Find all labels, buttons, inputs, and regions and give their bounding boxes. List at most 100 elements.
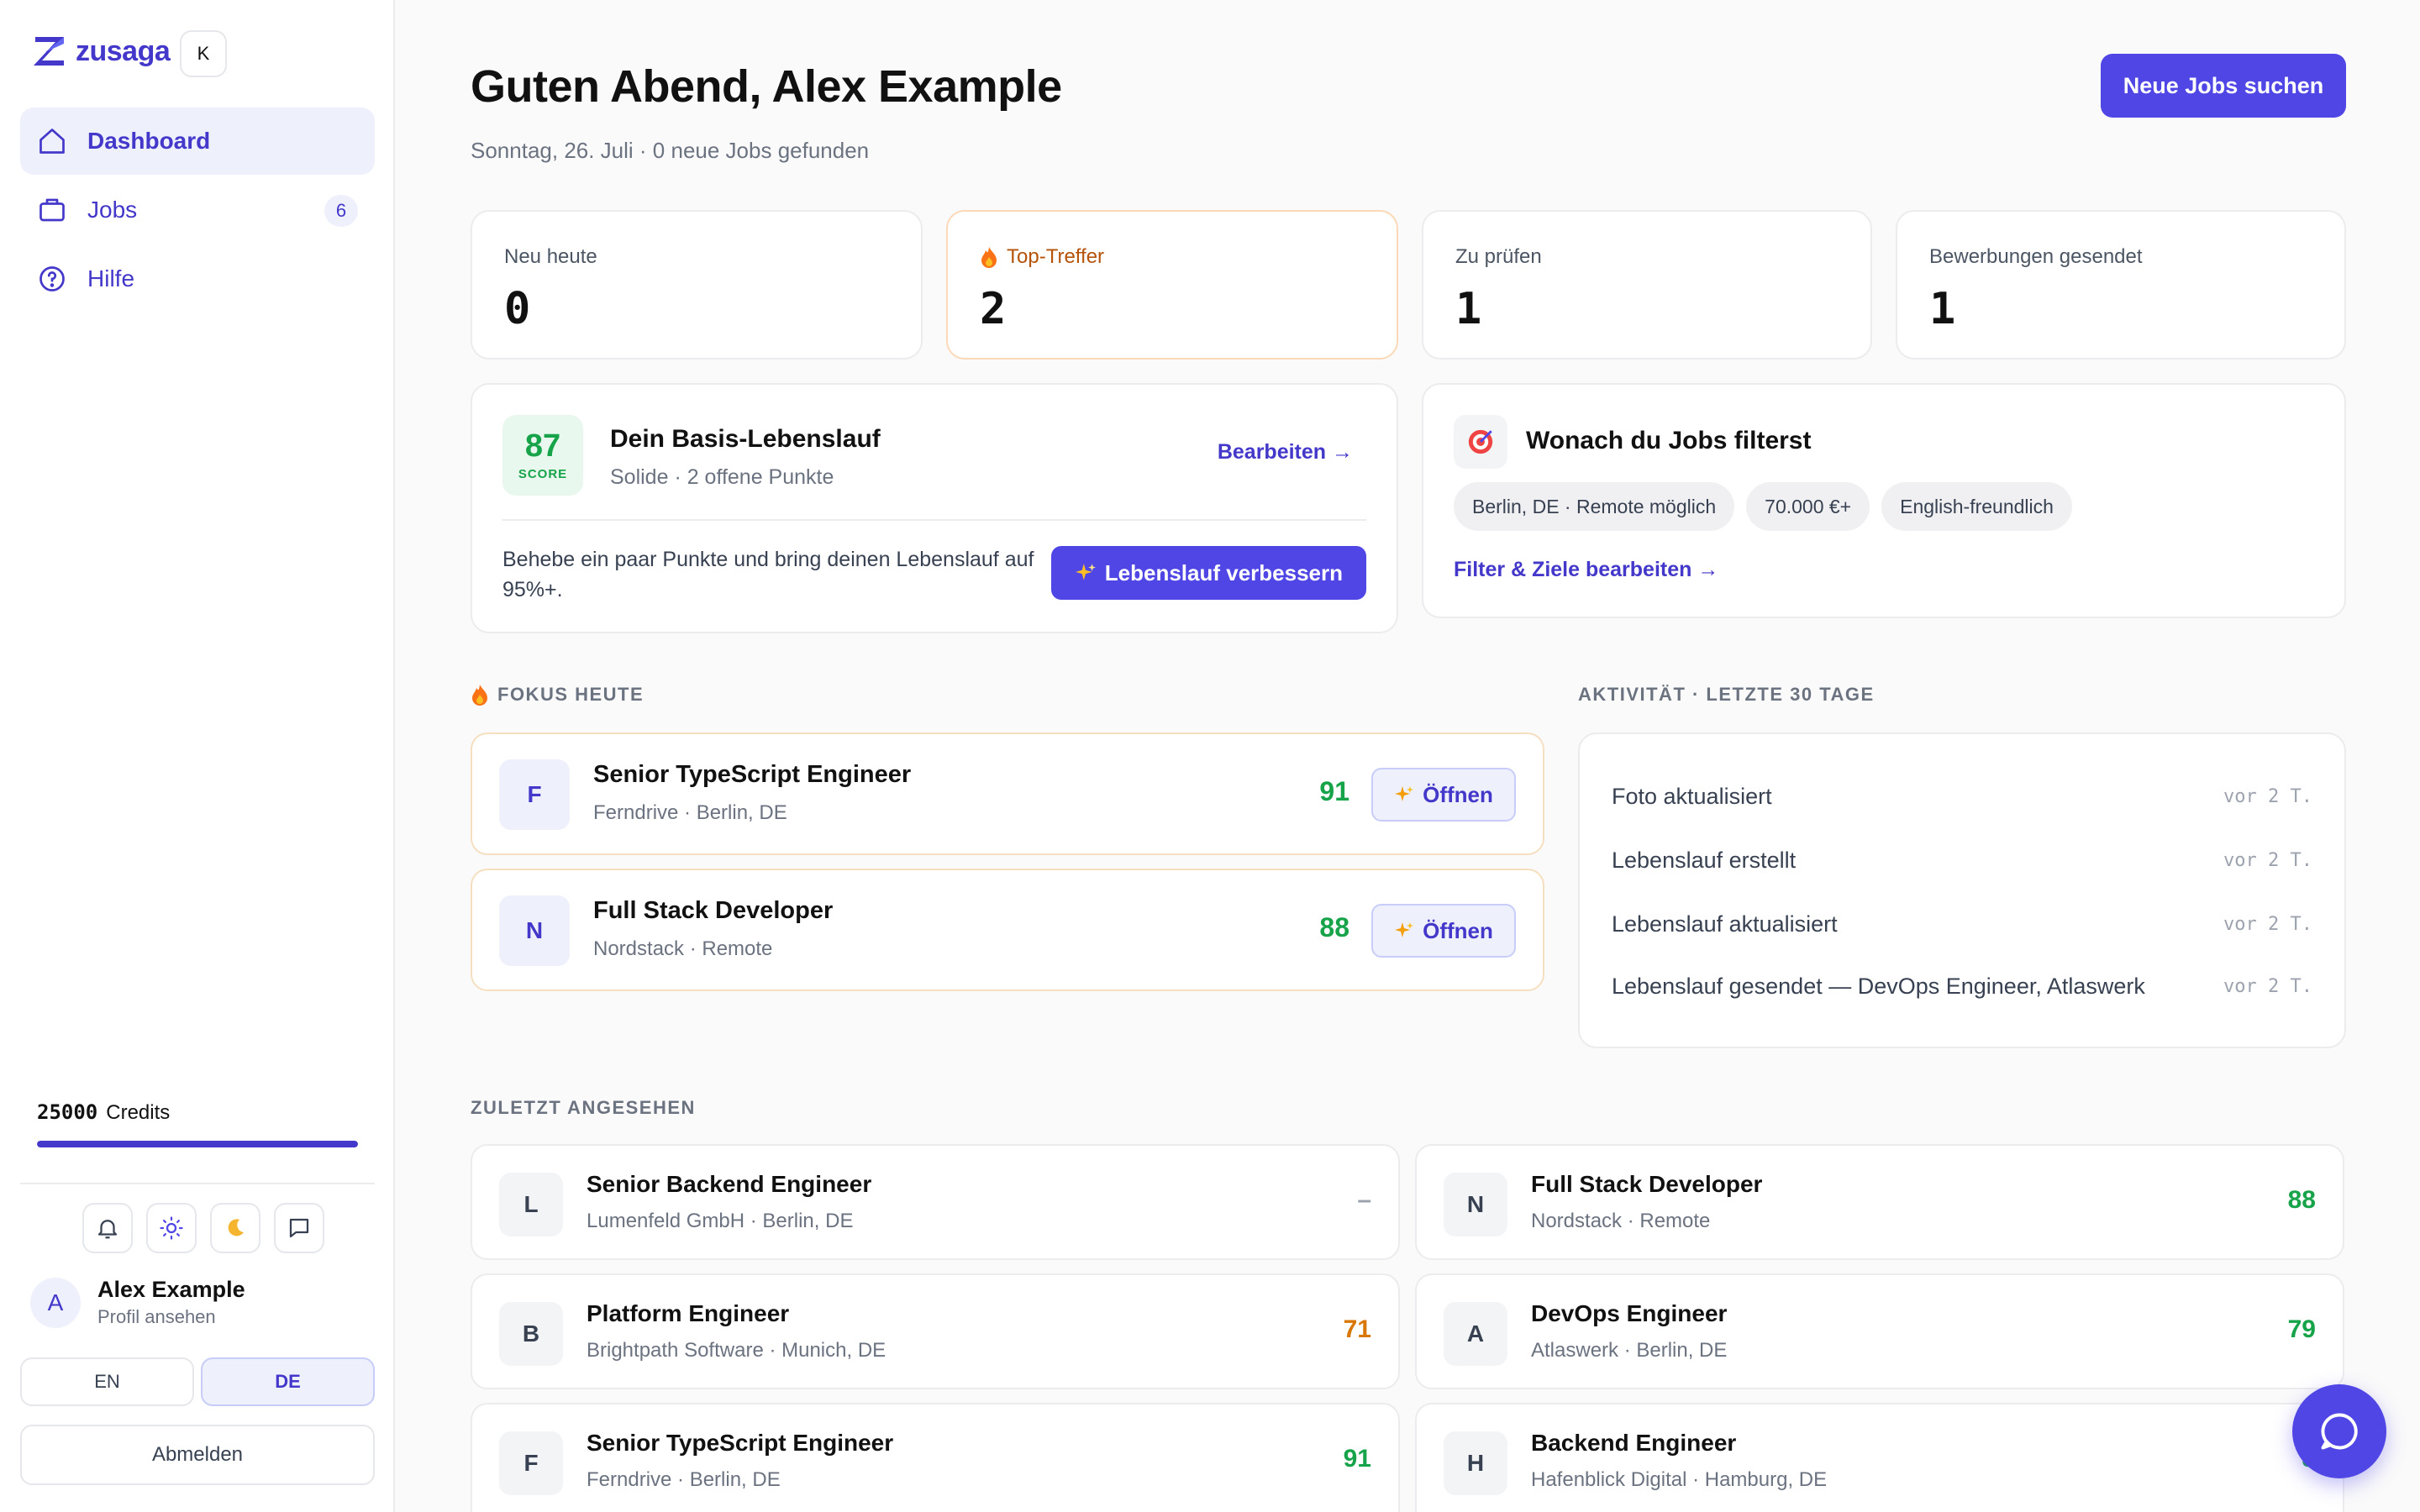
activity-text: Lebenslauf erstellt: [1612, 847, 1797, 873]
resume-tip: Behebe ein paar Punkte und bring deinen …: [502, 548, 1034, 601]
match-score: 88: [2287, 1186, 2316, 1214]
recent-job-card[interactable]: H Backend Engineer Hafenblick Digital · …: [1415, 1403, 2344, 1512]
activity-section-label: AKTIVITÄT · LETZTE 30 TAGE: [1578, 684, 1875, 705]
sparkle-icon: [1395, 922, 1414, 937]
home-icon: [39, 129, 65, 154]
sidebar-item-label: Jobs: [87, 197, 138, 223]
briefcase-icon: [39, 198, 65, 222]
company-initial: N: [1444, 1173, 1507, 1236]
sparkle-icon: [1075, 564, 1096, 580]
open-job-button[interactable]: Öffnen: [1371, 904, 1516, 958]
language-de-button[interactable]: DE: [201, 1357, 375, 1406]
credits-progress-fill: [37, 1141, 358, 1147]
brand[interactable]: zusaga: [30, 32, 171, 71]
filters-title: Wonach du Jobs filterst: [1526, 427, 1812, 454]
credits-label: Credits: [106, 1101, 171, 1124]
recent-job-card[interactable]: N Full Stack Developer Nordstack · Remot…: [1415, 1144, 2344, 1260]
focus-label-text: FOKUS HEUTE: [497, 684, 644, 705]
activity-text: Foto aktualisiert: [1612, 783, 1772, 809]
page-subtitle: Sonntag, 26. Juli · 0 neue Jobs gefunden: [471, 138, 870, 163]
stat-card-applications-sent: Bewerbungen gesendet 1: [1896, 210, 2346, 360]
sidebar-item-label: Dashboard: [87, 128, 211, 154]
language-en-button[interactable]: EN: [20, 1357, 194, 1406]
chat-support-button[interactable]: [2292, 1384, 2386, 1478]
filter-chip-location[interactable]: Berlin, DE · Remote möglich: [1454, 482, 1735, 531]
open-job-label: Öffnen: [1423, 917, 1493, 943]
sidebar: zusaga K Dashboard Jobs 6 Hilfe 25000 Cre…: [0, 0, 395, 1512]
stat-value: 1: [1455, 284, 1482, 334]
target-icon: [1454, 415, 1507, 469]
page-title: Guten Abend, Alex Example: [471, 61, 1062, 112]
open-job-button[interactable]: Öffnen: [1371, 768, 1516, 822]
sidebar-item-help[interactable]: Hilfe: [20, 245, 375, 312]
activity-item: Lebenslauf erstellt vor 2 T.: [1612, 843, 2312, 877]
activity-text: Lebenslauf gesendet — DevOps Engineer, A…: [1612, 973, 2145, 999]
edit-filters-link[interactable]: Filter & Ziele bearbeiten →: [1454, 558, 1718, 582]
notifications-button[interactable]: [82, 1203, 133, 1253]
company-initial: F: [499, 1431, 563, 1495]
credits-progress-bar: [37, 1141, 358, 1147]
dark-theme-button[interactable]: [210, 1203, 260, 1253]
target-icon-graphic: [1468, 429, 1493, 454]
company-initial: L: [499, 1173, 563, 1236]
match-score: 88: [1319, 912, 1349, 942]
activity-text: Lebenslauf aktualisiert: [1612, 911, 1838, 937]
job-title: Platform Engineer: [587, 1300, 790, 1326]
light-theme-button[interactable]: [146, 1203, 197, 1253]
company-initial: A: [1444, 1302, 1507, 1366]
match-score: –: [1357, 1186, 1371, 1214]
filter-chip-language[interactable]: English-freundlich: [1881, 482, 2072, 531]
job-subtitle: Nordstack · Remote: [1531, 1210, 1711, 1232]
logout-button[interactable]: Abmelden: [20, 1425, 375, 1485]
message-icon: [289, 1218, 309, 1238]
activity-time: vor 2 T.: [2223, 785, 2312, 807]
filter-chip-salary[interactable]: 70.000 €+: [1746, 482, 1870, 531]
activity-card: Foto aktualisiert vor 2 T. Lebenslauf er…: [1578, 732, 2346, 1048]
job-title: Full Stack Developer: [593, 897, 834, 924]
job-subtitle: Ferndrive · Berlin, DE: [593, 801, 787, 824]
avatar: A: [30, 1277, 81, 1328]
improve-resume-label: Lebenslauf verbessern: [1104, 559, 1343, 585]
user-name: Alex Example: [97, 1277, 245, 1302]
user-profile-link[interactable]: A Alex Example Profil ansehen: [30, 1277, 245, 1328]
job-title: Full Stack Developer: [1531, 1171, 1763, 1197]
stat-label: Bewerbungen gesendet: [1929, 245, 2143, 268]
improve-resume-button[interactable]: Lebenslauf verbessern: [1050, 546, 1366, 600]
recent-job-card[interactable]: F Senior TypeScript Engineer Ferndrive ·…: [471, 1403, 1400, 1512]
recent-job-card[interactable]: L Senior Backend Engineer Lumenfeld GmbH…: [471, 1144, 1400, 1260]
job-title: Backend Engineer: [1531, 1430, 1737, 1456]
focus-job-card[interactable]: F Senior TypeScript Engineer Ferndrive ·…: [471, 732, 1544, 855]
open-job-label: Öffnen: [1423, 781, 1493, 807]
recent-section-label: ZULETZT ANGESEHEN: [471, 1097, 696, 1118]
job-subtitle: Lumenfeld GmbH · Berlin, DE: [587, 1210, 854, 1232]
activity-time: vor 2 T.: [2223, 849, 2312, 871]
sidebar-item-label: Hilfe: [87, 265, 135, 291]
stat-card-to-review: Zu prüfen 1: [1422, 210, 1872, 360]
card-divider: [502, 519, 1366, 521]
company-initial: H: [1444, 1431, 1507, 1495]
credits-amount: 25000: [37, 1100, 98, 1124]
jobs-count-badge: 6: [324, 195, 358, 227]
resume-score-badge: 87 SCORE: [502, 415, 583, 496]
stat-label: Zu prüfen: [1455, 245, 1542, 268]
search-new-jobs-button[interactable]: Neue Jobs suchen: [2101, 54, 2346, 118]
user-text: Alex Example Profil ansehen: [97, 1277, 245, 1328]
stat-card-top-matches[interactable]: Top-Treffer 2: [946, 210, 1398, 360]
sidebar-item-jobs[interactable]: Jobs 6: [20, 176, 375, 244]
command-shortcut-button[interactable]: K: [180, 30, 227, 77]
user-profile-sub: Profil ansehen: [97, 1306, 216, 1327]
sidebar-item-dashboard[interactable]: Dashboard: [20, 108, 375, 175]
brand-name: zusaga: [76, 34, 171, 67]
resume-edit-link[interactable]: Bearbeiten →: [1218, 440, 1353, 465]
recent-job-card[interactable]: A DevOps Engineer Atlaswerk · Berlin, DE…: [1415, 1273, 2344, 1389]
chat-bubble-icon: [2321, 1413, 2358, 1450]
feedback-button[interactable]: [274, 1203, 324, 1253]
job-title: Senior TypeScript Engineer: [593, 761, 912, 788]
recent-job-card[interactable]: B Platform Engineer Brightpath Software …: [471, 1273, 1400, 1389]
quick-actions: [82, 1203, 324, 1253]
focus-job-card[interactable]: N Full Stack Developer Nordstack · Remot…: [471, 869, 1544, 991]
focus-section-label: FOKUS HEUTE: [471, 684, 644, 706]
match-score: 91: [1319, 776, 1349, 806]
match-score: 91: [1343, 1445, 1371, 1473]
job-subtitle: Brightpath Software · Munich, DE: [587, 1339, 886, 1362]
